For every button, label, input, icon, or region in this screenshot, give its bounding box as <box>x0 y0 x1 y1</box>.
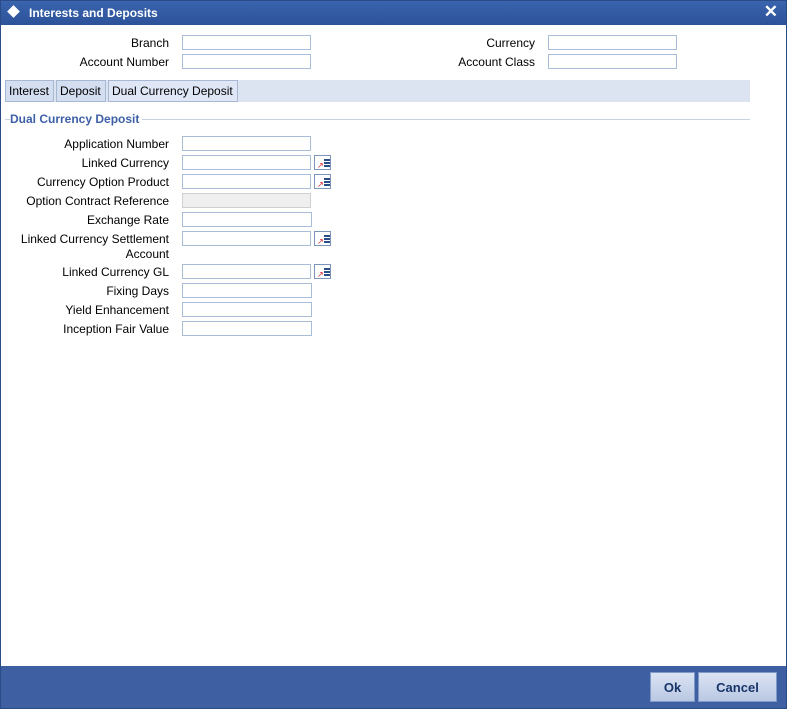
linked-currency-label: Linked Currency <box>81 156 169 170</box>
ok-button[interactable]: Ok <box>650 672 695 702</box>
list-of-values-icon[interactable]: ↗ <box>314 155 331 170</box>
linked-currency-gl-label: Linked Currency GL <box>62 265 169 279</box>
tab-strip: Interest Deposit Dual Currency Deposit <box>5 80 750 102</box>
currency-field[interactable] <box>548 35 677 50</box>
linked-currency-settlement-account-field[interactable] <box>182 231 311 246</box>
option-contract-reference-label: Option Contract Reference <box>26 194 169 208</box>
option-contract-reference-field <box>182 193 311 208</box>
branch-label: Branch <box>130 36 169 50</box>
exchange-rate-label: Exchange Rate <box>86 213 169 227</box>
close-icon[interactable]: ✕ <box>764 2 778 22</box>
currency-option-product-label: Currency Option Product <box>36 175 169 189</box>
list-of-values-icon[interactable]: ↗ <box>314 264 331 279</box>
tab-dual-currency-deposit[interactable]: Dual Currency Deposit <box>108 80 238 102</box>
linked-currency-settlement-account-label-line2: Account <box>125 247 169 261</box>
inception-fair-value-label: Inception Fair Value <box>63 322 169 336</box>
currency-option-product-field[interactable] <box>182 174 311 189</box>
account-number-label: Account Number <box>79 55 169 69</box>
currency-label: Currency <box>486 36 535 50</box>
application-number-label: Application Number <box>64 137 169 151</box>
account-class-field[interactable] <box>548 54 677 69</box>
account-class-label: Account Class <box>458 55 535 69</box>
application-number-field[interactable] <box>182 136 311 151</box>
tab-deposit[interactable]: Deposit <box>56 80 106 102</box>
inception-fair-value-field[interactable] <box>182 321 312 336</box>
yield-enhancement-label: Yield Enhancement <box>65 303 169 317</box>
diamond-icon <box>7 5 20 18</box>
fixing-days-field[interactable] <box>182 283 312 298</box>
linked-currency-gl-field[interactable] <box>182 264 311 279</box>
exchange-rate-field[interactable] <box>182 212 312 227</box>
yield-enhancement-field[interactable] <box>182 302 312 317</box>
branch-field[interactable] <box>182 35 311 50</box>
list-of-values-icon[interactable]: ↗ <box>314 231 331 246</box>
cancel-button[interactable]: Cancel <box>698 672 777 702</box>
list-of-values-icon[interactable]: ↗ <box>314 174 331 189</box>
account-number-field[interactable] <box>182 54 311 69</box>
section-title: Dual Currency Deposit <box>10 112 143 126</box>
title-bar: Interests and Deposits ✕ <box>1 1 786 25</box>
fixing-days-label: Fixing Days <box>106 284 169 298</box>
window-title: Interests and Deposits <box>29 6 158 20</box>
linked-currency-settlement-account-label-line1: Linked Currency Settlement <box>20 232 169 246</box>
tab-interest[interactable]: Interest <box>5 80 54 102</box>
interests-and-deposits-window: Interests and Deposits ✕ Branch Account … <box>0 0 787 709</box>
linked-currency-field[interactable] <box>182 155 311 170</box>
